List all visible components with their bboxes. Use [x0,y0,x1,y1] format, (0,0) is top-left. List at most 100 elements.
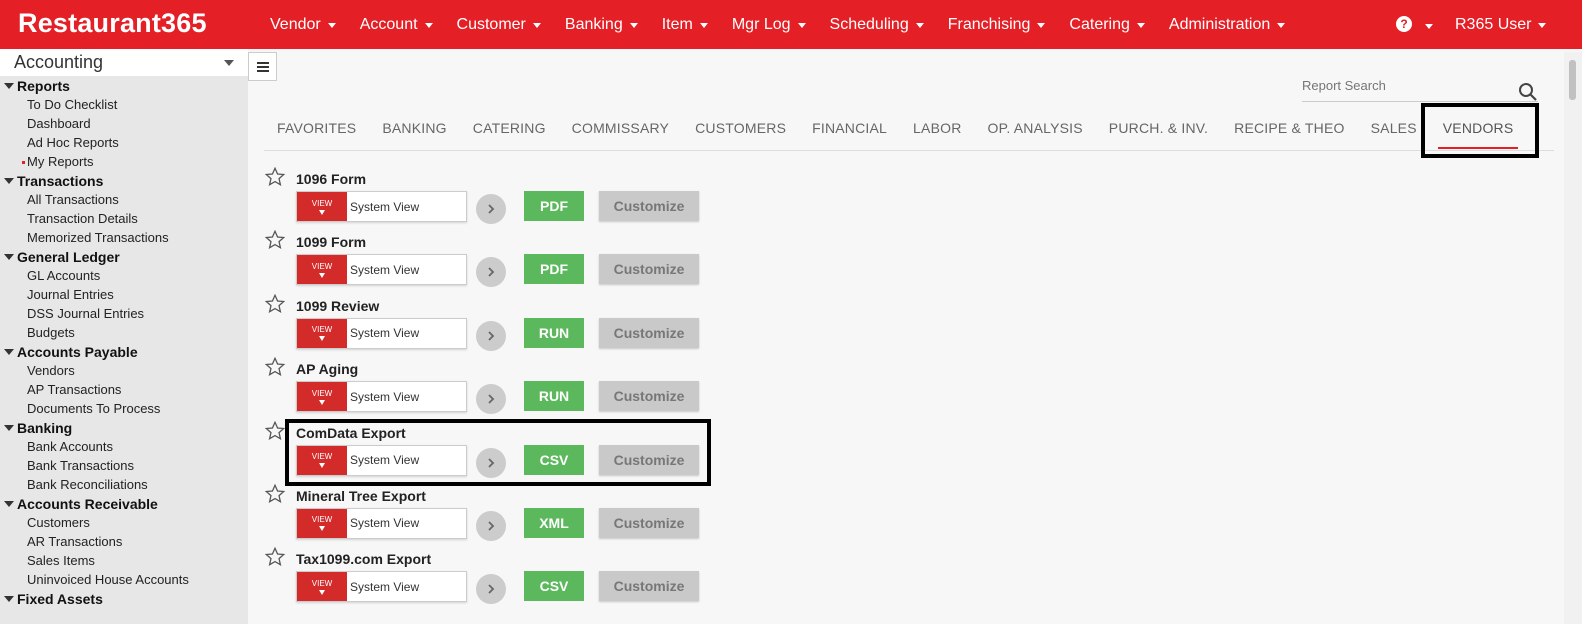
sidebar-section-banking[interactable]: Banking [0,418,248,437]
sidebar-item-dashboard[interactable]: Dashboard [0,114,248,133]
customize-button[interactable]: Customize [599,254,699,285]
view-button[interactable]: VIEW [297,508,347,538]
tab-catering[interactable]: CATERING [460,105,559,151]
go-button[interactable] [476,384,506,415]
report-search-input[interactable] [1302,72,1502,98]
tab-op-analysis[interactable]: OP. ANALYSIS [975,105,1096,151]
tab-labor[interactable]: LABOR [900,105,974,151]
nav-item-customer[interactable]: Customer [445,16,553,34]
run-report-button[interactable]: XML [524,507,584,538]
go-button[interactable] [476,320,506,351]
tab-recipe-theo[interactable]: RECIPE & THEO [1221,105,1357,151]
help-chevron-down-icon[interactable] [1425,24,1433,29]
nav-item-vendor[interactable]: Vendor [258,16,348,34]
customize-button[interactable]: Customize [599,507,699,538]
star-icon[interactable] [264,229,286,251]
run-report-button[interactable]: RUN [524,381,584,412]
go-button[interactable] [476,574,506,605]
help-icon[interactable]: ? [1396,16,1412,32]
module-select[interactable]: Accounting [0,49,248,76]
go-button[interactable] [476,510,506,541]
tab-favorites[interactable]: FAVORITES [264,105,369,151]
chevron-down-icon [224,60,234,66]
sidebar-item-transaction-details[interactable]: Transaction Details [0,209,248,228]
sidebar-section-fixed-assets[interactable]: Fixed Assets [0,589,248,608]
view-select-value[interactable]: System View [347,255,419,284]
sidebar-section-accounts-payable[interactable]: Accounts Payable [0,342,248,361]
nav-item-administration[interactable]: Administration [1157,16,1297,34]
scrollbar[interactable] [1564,52,1582,624]
tab-commissary[interactable]: COMMISSARY [559,105,682,151]
sidebar-item-documents-to-process[interactable]: Documents To Process [0,399,248,418]
sidebar-section-general-ledger[interactable]: General Ledger [0,247,248,266]
sidebar-item-uninvoiced-house-accounts[interactable]: Uninvoiced House Accounts [0,570,248,589]
sidebar-item-customers[interactable]: Customers [0,513,248,532]
user-menu[interactable]: R365 User [1455,0,1547,49]
sidebar-item-vendors[interactable]: Vendors [0,361,248,380]
star-icon[interactable] [264,166,286,188]
search-icon[interactable] [1518,82,1538,102]
view-button[interactable]: VIEW [297,192,347,221]
sidebar-item-sales-items[interactable]: Sales Items [0,551,248,570]
sidebar-item-ar-transactions[interactable]: AR Transactions [0,532,248,551]
tab-customers[interactable]: CUSTOMERS [682,105,799,151]
run-report-button[interactable]: CSV [524,571,584,602]
run-report-button[interactable]: RUN [524,317,584,348]
nav-item-banking[interactable]: Banking [553,16,650,34]
sidebar-item-memorized-transactions[interactable]: Memorized Transactions [0,228,248,247]
nav-item-mgr-log[interactable]: Mgr Log [720,16,818,34]
go-button[interactable] [476,194,506,224]
sidebar-item-bank-accounts[interactable]: Bank Accounts [0,437,248,456]
sidebar-item-journal-entries[interactable]: Journal Entries [0,285,248,304]
expand-triangle-icon [4,348,14,355]
sidebar-item-dss-journal-entries[interactable]: DSS Journal Entries [0,304,248,323]
star-icon[interactable] [264,356,286,378]
nav-item-account[interactable]: Account [348,16,445,34]
sidebar-item-bank-reconciliations[interactable]: Bank Reconciliations [0,475,248,494]
view-button[interactable]: VIEW [297,318,347,348]
sidebar-item-all-transactions[interactable]: All Transactions [0,190,248,209]
view-select-value[interactable]: System View [347,319,419,348]
nav-item-franchising[interactable]: Franchising [936,16,1058,34]
run-report-button[interactable]: PDF [524,191,584,221]
star-icon[interactable] [264,546,286,568]
sidebar-section-accounts-receivable[interactable]: Accounts Receivable [0,494,248,513]
view-button[interactable]: VIEW [297,382,347,412]
sidebar-section-reports[interactable]: Reports [0,76,248,95]
view-select-value[interactable]: System View [347,192,419,221]
view-button[interactable]: VIEW [297,572,347,602]
app-logo[interactable]: Restaurant365 [18,8,207,39]
sidebar-item-ad-hoc-reports[interactable]: Ad Hoc Reports [0,133,248,152]
sidebar-item-bank-transactions[interactable]: Bank Transactions [0,456,248,475]
customize-button[interactable]: Customize [599,317,699,348]
chevron-down-icon [1538,23,1547,28]
tab-banking[interactable]: BANKING [369,105,459,151]
customize-button[interactable]: Customize [599,191,699,221]
chevron-down-icon [797,23,806,28]
scrollbar-thumb[interactable] [1569,60,1576,100]
view-select-value[interactable]: System View [347,382,419,411]
sidebar-item-ap-transactions[interactable]: AP Transactions [0,380,248,399]
sidebar-item-gl-accounts[interactable]: GL Accounts [0,266,248,285]
nav-item-item[interactable]: Item [650,16,720,34]
customize-button[interactable]: Customize [599,381,699,412]
sidebar-item-my-reports[interactable]: My Reports [0,152,248,171]
go-button[interactable] [476,257,506,288]
sidebar-toggle-button[interactable] [248,52,277,81]
view-select-value[interactable]: System View [347,509,419,538]
nav-item-scheduling[interactable]: Scheduling [818,16,936,34]
run-report-button[interactable]: PDF [524,254,584,285]
view-button[interactable]: VIEW [297,255,347,285]
tab-sales[interactable]: SALES [1358,105,1430,151]
view-select-value[interactable]: System View [347,572,419,601]
customize-button[interactable]: Customize [599,571,699,602]
star-icon[interactable] [264,420,286,442]
nav-item-catering[interactable]: Catering [1057,16,1156,34]
tab-financial[interactable]: FINANCIAL [799,105,900,151]
sidebar-section-transactions[interactable]: Transactions [0,171,248,190]
star-icon[interactable] [264,293,286,315]
sidebar-item-budgets[interactable]: Budgets [0,323,248,342]
sidebar-item-to-do-checklist[interactable]: To Do Checklist [0,95,248,114]
star-icon[interactable] [264,483,286,505]
tab-purch-inv[interactable]: PURCH. & INV. [1096,105,1221,151]
